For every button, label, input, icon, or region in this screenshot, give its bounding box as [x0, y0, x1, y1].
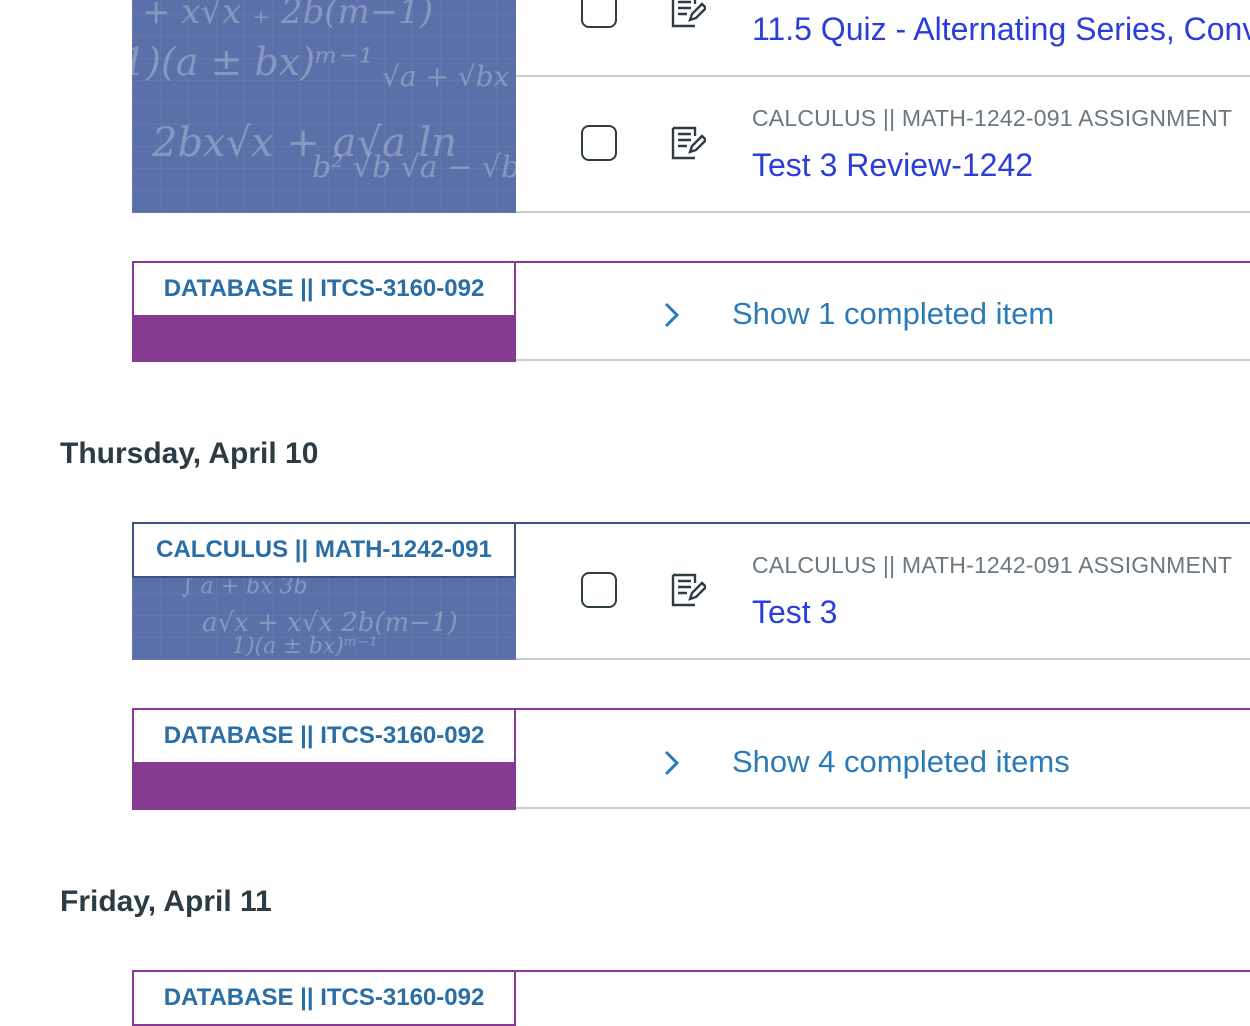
course-name[interactable]: DATABASE || ITCS-3160-092 — [132, 970, 516, 1026]
assignment-edit-icon — [670, 126, 708, 165]
group-border-top — [516, 522, 1250, 524]
group-border-top — [516, 708, 1250, 710]
row-divider — [516, 658, 1250, 660]
math-decoration: + x√x ₊ 2b(m−1) — [142, 0, 434, 32]
assignment-type-label: CALCULUS || MATH-1242-091 ASSIGNMENT — [752, 105, 1233, 131]
assignment-link[interactable]: Test 3 Review-1242 — [752, 147, 1033, 184]
day-heading: Thursday, April 10 — [60, 437, 319, 470]
course-card-database[interactable]: DATABASE || ITCS-3160-092 — [132, 970, 516, 1026]
assignment-edit-icon — [670, 0, 708, 33]
math-decoration: 1)(a ± bx)ᵐ⁻¹ — [132, 40, 374, 84]
group-border-top — [516, 261, 1250, 263]
complete-checkbox[interactable] — [581, 0, 617, 28]
row-divider — [516, 807, 1250, 809]
assignment-type-label: CALCULUS || MATH-1242-091 ASSIGNMENT — [752, 552, 1233, 578]
row-divider — [516, 211, 1250, 213]
course-card-database[interactable]: DATABASE || ITCS-3160-092 — [132, 708, 516, 810]
math-decoration: 1)(a ± bx)ᵐ⁻¹ — [232, 634, 378, 659]
course-card-database[interactable]: DATABASE || ITCS-3160-092 — [132, 261, 516, 362]
math-decoration: √a + √bx — [382, 60, 510, 93]
show-completed-button[interactable]: Show 1 completed item — [732, 296, 1054, 332]
course-name[interactable]: DATABASE || ITCS-3160-092 — [132, 261, 516, 317]
assignment-edit-icon — [670, 573, 708, 612]
show-completed-button[interactable]: Show 4 completed items — [732, 744, 1070, 780]
row-divider — [516, 359, 1250, 361]
row-divider — [516, 75, 1250, 77]
assignment-link[interactable]: 11.5 Quiz - Alternating Series, Conv — [752, 11, 1250, 48]
course-name[interactable]: CALCULUS || MATH-1242-091 — [132, 522, 516, 578]
chevron-right-icon[interactable] — [660, 748, 684, 783]
complete-checkbox[interactable] — [581, 572, 617, 608]
course-image-calculus[interactable]: + x√x ₊ 2b(m−1) 1)(a ± bx)ᵐ⁻¹ 2bx√x + a√… — [132, 0, 516, 213]
group-border-top — [516, 970, 1250, 972]
complete-checkbox[interactable] — [581, 125, 617, 161]
chevron-right-icon[interactable] — [660, 300, 684, 335]
course-name[interactable]: DATABASE || ITCS-3160-092 — [132, 708, 516, 764]
assignment-link[interactable]: Test 3 — [752, 594, 837, 631]
day-heading: Friday, April 11 — [60, 885, 272, 918]
math-decoration: b² √b √a − √bx — [312, 150, 516, 185]
